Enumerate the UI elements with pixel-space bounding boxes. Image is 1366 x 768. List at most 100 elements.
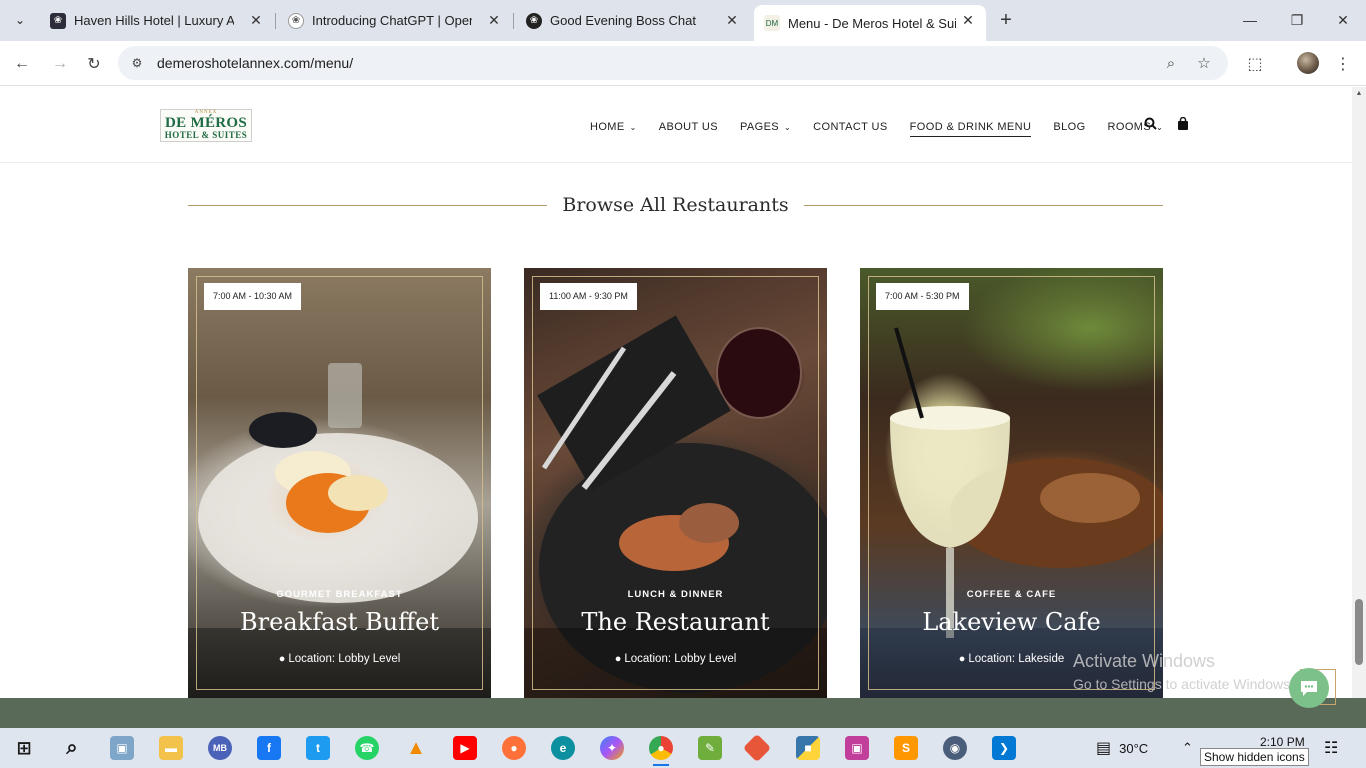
openai-icon: ❀ [288,12,304,29]
mb-app-icon[interactable]: MB [208,736,232,760]
nav-home[interactable]: HOME ⌄ [590,121,637,133]
close-window-icon[interactable]: ✕ [1329,8,1357,32]
windows-start-icon[interactable]: ⊞ [12,736,36,760]
nav-about-us[interactable]: ABOUT US [659,121,718,133]
card-restaurant-name[interactable]: The Restaurant [524,608,827,636]
close-tab-icon[interactable]: ✕ [486,12,502,28]
openai-icon: ❀ [526,12,542,29]
copilot-icon[interactable]: ✦ [600,736,624,760]
address-bar[interactable]: ⚙ demeroshotelannex.com/menu/ ⌕ ☆ [118,46,1228,80]
browser-tab-strip: ⌄ ❀ Haven Hills Hotel | Luxury And ✕ ❀ I… [0,0,1366,41]
chevron-down-icon: ⌄ [784,123,792,132]
git-icon[interactable] [742,733,772,763]
tab-title: Good Evening Boss Chat [550,13,696,28]
site-info-icon[interactable]: ⚙ [128,54,146,72]
youtube-icon[interactable]: ▶ [453,736,477,760]
edge-icon[interactable]: e [551,736,575,760]
opening-hours-badge: 7:00 AM - 10:30 AM [204,283,302,310]
card-category: LUNCH & DINNER [627,589,724,600]
activate-windows-subtitle: Go to Settings to activate Windows. [1073,676,1294,692]
windows-taskbar: ⊞ ⌕ ▣ ▬ MB f t ☎ ▲ ▶ ● e ✦ ● ✎ ■ ▣ S ◉ ❯… [0,728,1366,768]
card-restaurant-name[interactable]: Breakfast Buffet [188,608,491,636]
extensions-puzzle-icon[interactable]: ⬚ [1243,52,1267,76]
weather-icon: ▤ [1096,740,1112,757]
tab-haven-hills[interactable]: ❀ Haven Hills Hotel | Luxury And ✕ [40,5,274,36]
nav-food-drink-menu[interactable]: FOOD & DRINK MENU [909,121,1032,137]
tab-de-meros-menu[interactable]: DM Menu - De Meros Hotel & Suite ✕ [754,5,986,41]
remote-desktop-icon[interactable]: ▣ [110,736,134,760]
close-tab-icon[interactable]: ✕ [248,12,264,28]
twitter-icon[interactable]: t [306,736,330,760]
browser-menu-kebab-icon[interactable]: ⋮ [1331,52,1355,76]
scroll-up-arrow-icon[interactable]: ▲ [1355,90,1363,97]
close-tab-icon[interactable]: ✕ [724,12,740,28]
vscode-icon[interactable]: ❯ [992,736,1016,760]
section-heading: Browse All Restaurants [188,191,1163,221]
search-icon[interactable] [1142,115,1158,131]
profile-avatar[interactable] [1297,52,1319,74]
back-arrow-icon[interactable]: ← [10,52,34,76]
logo-sub-text: HOTEL & SUITES [164,130,248,140]
minimize-icon[interactable]: — [1236,8,1264,32]
tab-separator [275,13,276,29]
heading-divider-right [804,205,1163,206]
de-meros-favicon: DM [764,15,780,31]
tab-chat[interactable]: ❀ Good Evening Boss Chat ✕ [516,5,750,36]
activate-windows-title: Activate Windows [1073,651,1216,671]
python-icon[interactable]: ■ [796,736,820,760]
nav-label: ABOUT US [658,121,718,133]
weather-widget[interactable]: ▤ 30°C [1096,728,1148,768]
location-text: Location: Lobby Level [288,653,401,665]
close-tab-icon[interactable]: ✕ [960,12,976,28]
nav-contact-us[interactable]: CONTACT US [813,121,888,133]
scrollbar-thumb[interactable] [1355,599,1363,665]
temperature: 30°C [1119,740,1149,756]
notepad-plus-icon[interactable]: ✎ [698,736,722,760]
restaurant-card-the-restaurant[interactable]: 11:00 AM - 9:30 PM LUNCH & DINNER The Re… [524,268,827,698]
restaurant-card-lakeview-cafe[interactable]: 7:00 AM - 5:30 PM COFFEE & CAFE Lakeview… [860,268,1163,698]
tab-openai[interactable]: ❀ Introducing ChatGPT | OpenAI ✕ [278,5,512,36]
file-explorer-icon[interactable]: ▬ [159,736,183,760]
tab-search-chevron-icon[interactable]: ⌄ [8,8,32,32]
nav-label: FOOD & DRINK MENU [909,121,1032,133]
browser-toolbar: ← → ↻ ⚙ demeroshotelannex.com/menu/ ⌕ ☆ … [0,41,1366,86]
site-logo[interactable]: ANNEX DE MÉROS HOTEL & SUITES [160,109,252,142]
firefox-icon[interactable]: ● [502,736,526,760]
url-text[interactable]: demeroshotelannex.com/menu/ [157,55,353,71]
nav-label: CONTACT US [813,121,888,133]
search-icon[interactable]: ⌕ [60,736,84,760]
sublime-icon[interactable]: S [894,736,918,760]
chat-notification-icon: ☷ [1324,740,1339,757]
nav-blog[interactable]: BLOG [1053,121,1085,133]
card-restaurant-name[interactable]: Lakeview Cafe [860,608,1163,636]
chat-bubble-icon[interactable] [1289,668,1329,708]
bookmark-star-icon[interactable]: ☆ [1194,53,1214,73]
show-hidden-icons-chevron[interactable]: ⌃ [1182,728,1193,768]
facebook-icon[interactable]: f [257,736,281,760]
whatsapp-icon[interactable]: ☎ [355,736,379,760]
nav-pages[interactable]: PAGES ⌄ [740,121,791,133]
tab-title: Haven Hills Hotel | Luxury And [74,13,234,28]
photos-icon[interactable]: ◉ [943,736,967,760]
restaurant-card-breakfast[interactable]: 7:00 AM - 10:30 AM GOURMET BREAKFAST Bre… [188,268,491,698]
reload-icon[interactable]: ↻ [82,52,106,76]
opening-hours-badge: 7:00 AM - 5:30 PM [876,283,969,310]
notifications-icon[interactable]: ☷ [1324,728,1338,768]
haven-hills-favicon: ❀ [50,12,66,29]
opening-hours-badge: 11:00 AM - 9:30 PM [540,283,637,310]
chrome-icon[interactable]: ● [649,736,673,766]
vlc-icon[interactable]: ▲ [404,736,428,760]
card-category: COFFEE & CAFE [966,589,1057,600]
nav-label: HOME [590,121,625,133]
restore-icon[interactable]: ❐ [1283,8,1311,32]
shopping-bag-icon[interactable] [1175,115,1191,131]
new-tab-plus-icon[interactable]: + [996,10,1016,30]
zoom-icon[interactable]: ⌕ [1161,53,1181,73]
phpstorm-icon[interactable]: ▣ [845,736,869,760]
tab-title: Introducing ChatGPT | OpenAI [312,13,472,28]
page-scrollbar[interactable]: ▲ ▼ [1352,87,1366,720]
chevron-down-icon: ⌄ [629,123,637,132]
chevron-up-icon: ⌃ [1182,740,1193,755]
nav-label: PAGES [739,121,780,133]
forward-arrow-icon[interactable]: → [48,52,72,76]
